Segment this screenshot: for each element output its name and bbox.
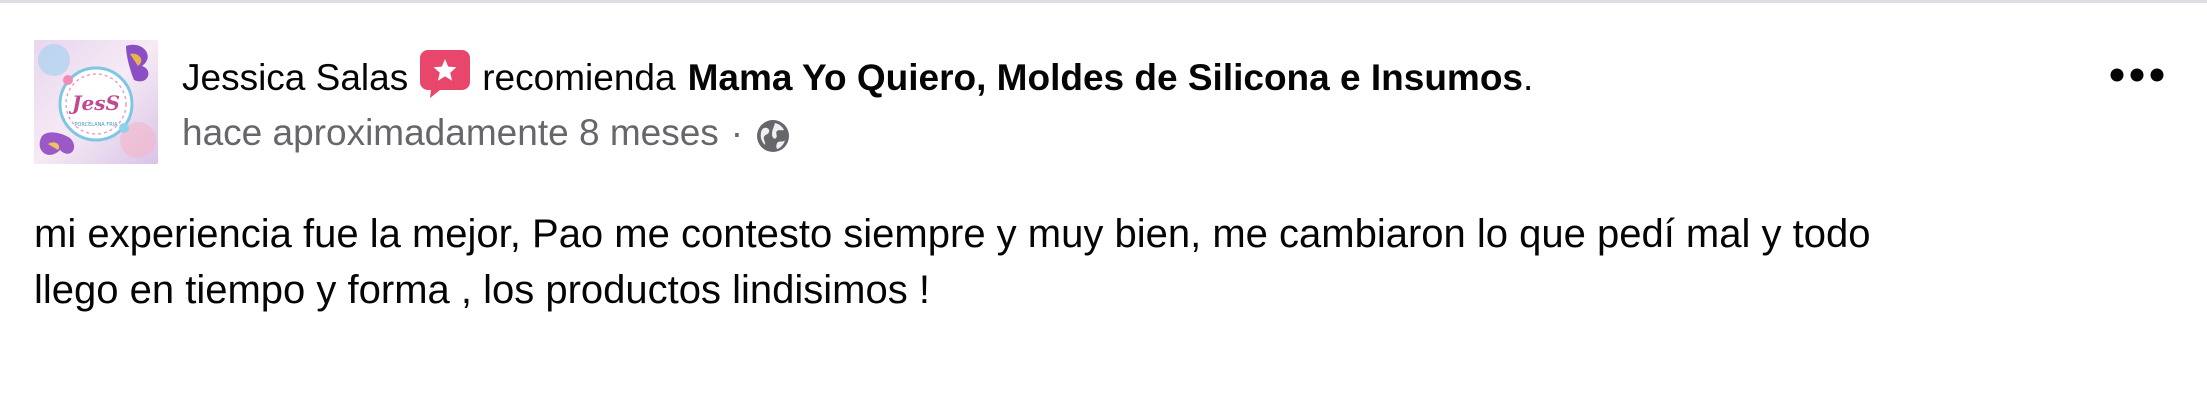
author-name[interactable]: Jessica Salas (182, 52, 408, 104)
author-avatar[interactable]: JesS PORCELANA FRIA (34, 40, 158, 164)
post-timestamp[interactable]: hace aproximadamente 8 meses (182, 112, 719, 154)
post-meta: hace aproximadamente 8 meses · (182, 108, 791, 158)
post-body: mi experiencia fue la mejor, Pao me cont… (34, 206, 2154, 318)
post-body-line-1: mi experiencia fue la mejor, Pao me cont… (34, 212, 1871, 256)
more-options-icon (2110, 68, 2164, 82)
recommend-star-icon (418, 48, 472, 100)
header-period: . (1523, 57, 1534, 98)
more-options-button[interactable] (2100, 50, 2174, 100)
recommend-action-text: recomienda (482, 57, 676, 98)
recommended-page-link[interactable]: Mama Yo Quiero, Moldes de Silicona e Ins… (688, 52, 1523, 104)
globe-icon[interactable] (755, 118, 791, 154)
post-header: Jessica Salas recomienda Mama Yo Quiero,… (182, 50, 1534, 104)
top-divider (0, 0, 2207, 3)
avatar-logo-subtext: PORCELANA FRIA (74, 122, 118, 128)
post-body-line-2: llego en tiempo y forma , los productos … (34, 268, 930, 312)
avatar-image: JesS PORCELANA FRIA (34, 40, 158, 164)
meta-separator: · (730, 112, 744, 153)
avatar-logo-text: JesS (68, 91, 120, 115)
